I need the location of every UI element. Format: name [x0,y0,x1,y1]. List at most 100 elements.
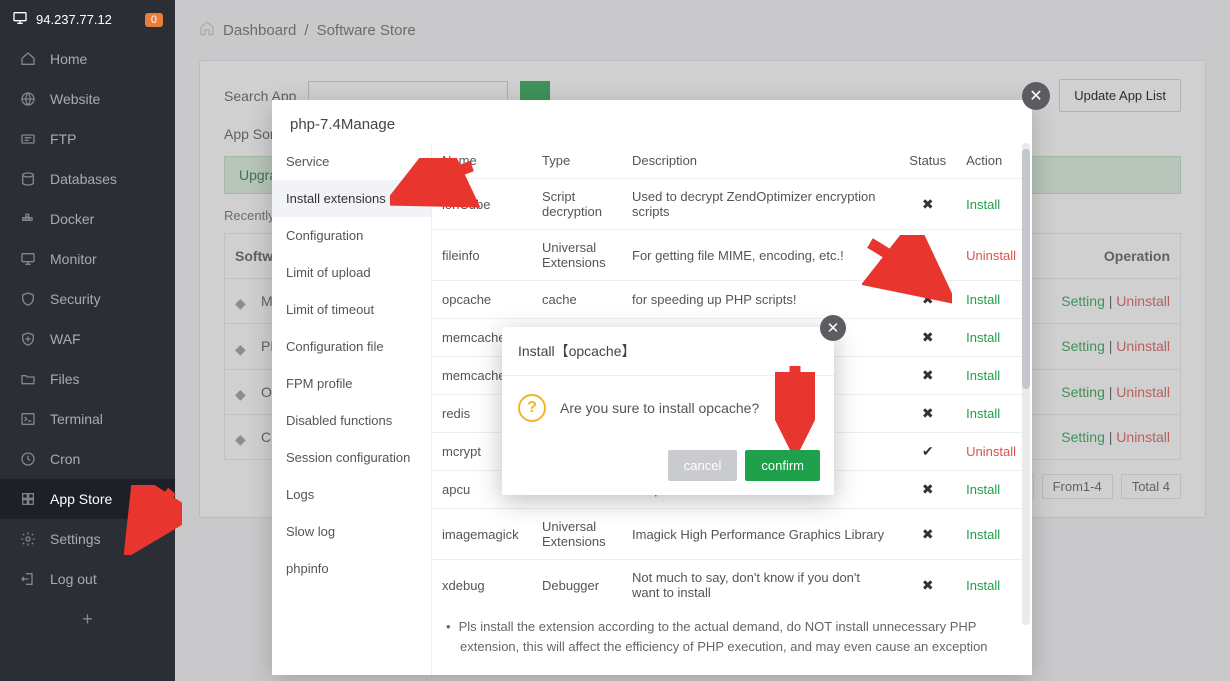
modal-tab-limit-of-upload[interactable]: Limit of upload [272,254,431,291]
modal-tab-configuration-file[interactable]: Configuration file [272,328,431,365]
ext-type: cache [532,281,622,319]
ext-desc: Imagick High Performance Graphics Librar… [622,509,899,560]
ext-name: fileinfo [432,230,532,281]
sidebar-item-monitor[interactable]: Monitor [0,239,175,279]
modal-tab-session-configuration[interactable]: Session configuration [272,439,431,476]
ext-action-uninstall[interactable]: Uninstall [966,444,1016,459]
db-icon [20,171,38,187]
col-action: Action [956,143,1026,179]
sidebar-item-app-store[interactable]: App Store [0,479,175,519]
ext-action-install[interactable]: Install [966,578,1000,593]
confirm-dialog: ✕ Install【opcache】 ? Are you sure to ins… [502,327,834,495]
ext-action-install[interactable]: Install [966,482,1000,497]
terminal-icon [20,411,38,427]
ext-desc: For getting file MIME, encoding, etc.! [622,230,899,281]
close-icon[interactable]: ✕ [1022,82,1050,110]
ext-desc: Used to decrypt ZendOptimizer encryption… [622,179,899,230]
ext-name: ionCube [432,179,532,230]
grid-icon [20,491,38,507]
ftp-icon [20,131,38,147]
scrollbar[interactable] [1022,143,1030,625]
confirm-button[interactable]: confirm [745,450,820,481]
modal-tab-logs[interactable]: Logs [272,476,431,513]
sidebar-item-settings[interactable]: Settings [0,519,175,559]
confirm-message: Are you sure to install opcache? [560,400,759,416]
modal-tab-install-extensions[interactable]: Install extensions [272,180,431,217]
ext-type: Debugger [532,560,622,604]
shield-icon [20,291,38,307]
ext-action-install[interactable]: Install [966,292,1000,307]
sidebar-item-ftp[interactable]: FTP [0,119,175,159]
home-icon [20,51,38,67]
sidebar-item-security[interactable]: Security [0,279,175,319]
ext-status: ✔ [899,230,956,281]
sidebar-item-cron[interactable]: Cron [0,439,175,479]
confirm-title: Install【opcache】 [502,327,834,376]
sidebar-item-label: App Store [50,491,112,507]
notif-badge[interactable]: 0 [145,13,163,27]
ext-status: ✖ [899,471,956,509]
folder-icon [20,371,38,387]
modal-tab-disabled-functions[interactable]: Disabled functions [272,402,431,439]
extension-row: xdebugDebuggerNot much to say, don't kno… [432,560,1026,604]
sidebar-add[interactable]: + [0,599,175,640]
ext-status: ✖ [899,560,956,604]
monitor-icon [12,10,28,29]
extension-row: fileinfoUniversal ExtensionsFor getting … [432,230,1026,281]
sidebar-item-home[interactable]: Home [0,39,175,79]
ext-status: ✖ [899,179,956,230]
modal-tab-limit-of-timeout[interactable]: Limit of timeout [272,291,431,328]
ext-action-install[interactable]: Install [966,527,1000,542]
extension-row: ionCubeScript decryptionUsed to decrypt … [432,179,1026,230]
ext-name: imagemagick [432,509,532,560]
sidebar-item-label: Databases [50,171,117,187]
gear-icon [20,531,38,547]
ext-type: Script decryption [532,179,622,230]
ext-status: ✖ [899,281,956,319]
ext-status: ✖ [899,319,956,357]
ext-action-install[interactable]: Install [966,368,1000,383]
modal-tab-configuration[interactable]: Configuration [272,217,431,254]
sidebar-item-label: Cron [50,451,80,467]
sidebar-item-log-out[interactable]: Log out [0,559,175,599]
ext-name: opcache [432,281,532,319]
ext-action-install[interactable]: Install [966,330,1000,345]
modal-tab-fpm-profile[interactable]: FPM profile [272,365,431,402]
ext-action-uninstall[interactable]: Uninstall [966,248,1016,263]
cancel-button[interactable]: cancel [668,450,738,481]
ext-action-install[interactable]: Install [966,406,1000,421]
clock-icon [20,451,38,467]
close-icon[interactable]: ✕ [820,315,846,341]
sidebar-item-label: Terminal [50,411,103,427]
ext-type: Universal Extensions [532,509,622,560]
sidebar-item-label: Security [50,291,101,307]
install-note: Pls install the extension according to t… [432,603,1032,675]
ext-status: ✖ [899,395,956,433]
modal-tab-slow-log[interactable]: Slow log [272,513,431,550]
extension-row: imagemagickUniversal ExtensionsImagick H… [432,509,1026,560]
ext-name: xdebug [432,560,532,604]
monitor-icon [20,251,38,267]
sidebar-item-waf[interactable]: WAF [0,319,175,359]
sidebar-item-label: FTP [50,131,76,147]
logout-icon [20,571,38,587]
modal-title: php-7.4Manage [272,100,1032,143]
modal-tab-service[interactable]: Service [272,143,431,180]
server-ip: 94.237.77.12 [36,12,112,27]
sidebar-item-website[interactable]: Website [0,79,175,119]
globe-icon [20,91,38,107]
sidebar-item-databases[interactable]: Databases [0,159,175,199]
ext-status: ✖ [899,509,956,560]
sidebar-item-label: Docker [50,211,94,227]
sidebar-item-terminal[interactable]: Terminal [0,399,175,439]
left-sidebar: 94.237.77.12 0 Home Website FTP Databases Do… [0,0,175,681]
sidebar-item-files[interactable]: Files [0,359,175,399]
sidebar-item-label: Log out [50,571,97,587]
sidebar-item-label: Website [50,91,100,107]
col-name: Name [432,143,532,179]
sidebar-item-docker[interactable]: Docker [0,199,175,239]
modal-tab-phpinfo[interactable]: phpinfo [272,550,431,587]
server-info: 94.237.77.12 0 [0,0,175,39]
ext-action-install[interactable]: Install [966,197,1000,212]
waf-icon [20,331,38,347]
